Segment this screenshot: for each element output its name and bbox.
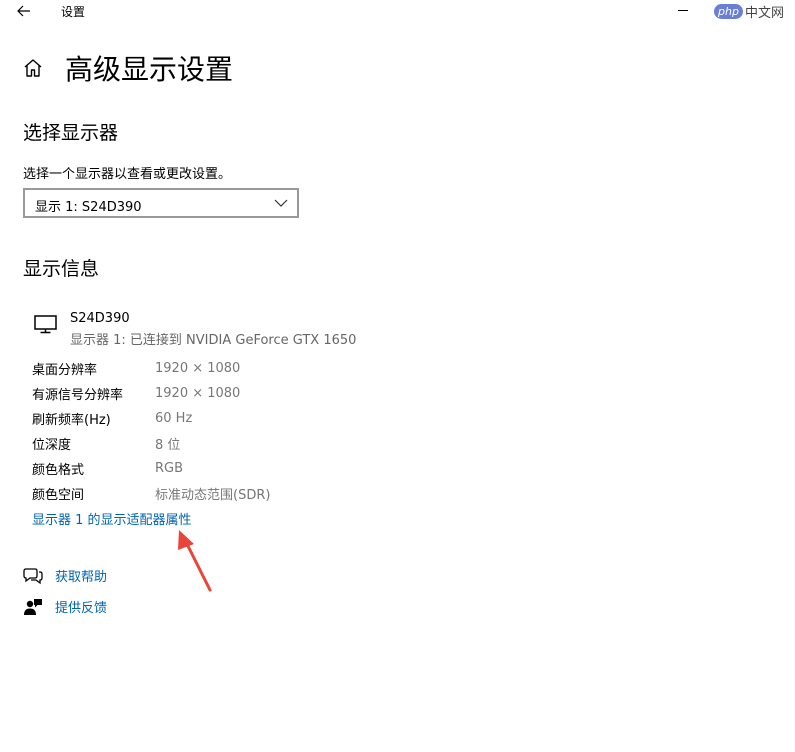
page-title: 高级显示设置 <box>65 53 234 86</box>
info-value: 60 Hz <box>155 411 193 426</box>
feedback-icon <box>24 598 42 615</box>
info-row-active-signal-resolution: 有源信号分辨率 1920 × 1080 <box>32 381 270 406</box>
monitor-connection: 显示器 1: 已连接到 NVIDIA GeForce GTX 1650 <box>70 333 357 348</box>
info-row-desktop-resolution: 桌面分辨率 1920 × 1080 <box>32 356 270 381</box>
info-value: 8 位 <box>155 438 181 453</box>
home-icon[interactable] <box>22 57 44 79</box>
get-help-label: 获取帮助 <box>55 570 108 585</box>
feedback-link[interactable]: 提供反馈 <box>22 597 107 616</box>
feedback-label: 提供反馈 <box>55 601 108 616</box>
annotation-arrow-icon <box>170 528 218 598</box>
back-button[interactable] <box>10 0 38 22</box>
watermark-cn: 中文网 <box>744 5 784 21</box>
info-row-bit-depth: 位深度 8 位 <box>32 431 270 456</box>
info-value: 标准动态范围(SDR) <box>155 488 271 503</box>
info-label: 颜色空间 <box>32 488 85 503</box>
info-row-color-format: 颜色格式 RGB <box>32 456 270 481</box>
back-arrow-icon <box>17 5 30 17</box>
info-value: RGB <box>155 461 184 476</box>
get-help-link[interactable]: 获取帮助 <box>22 566 107 585</box>
adapter-properties-link[interactable]: 显示器 1 的显示适配器属性 <box>32 509 192 528</box>
select-display-description: 选择一个显示器以查看或更改设置。 <box>23 167 232 182</box>
display-info-table: 桌面分辨率 1920 × 1080 有源信号分辨率 1920 × 1080 刷新… <box>32 356 270 506</box>
monitor-icon <box>33 313 59 335</box>
info-row-refresh-rate: 刷新频率(Hz) 60 Hz <box>32 406 270 431</box>
chat-help-icon <box>23 567 43 584</box>
info-label: 颜色格式 <box>32 463 85 478</box>
monitor-name: S24D390 <box>70 311 130 326</box>
info-value: 1920 × 1080 <box>155 361 241 376</box>
display-select[interactable]: 显示 1: S24D390 <box>23 188 299 218</box>
info-row-color-space: 颜色空间 标准动态范围(SDR) <box>32 481 270 506</box>
info-label: 桌面分辨率 <box>32 363 98 378</box>
window-title: 设置 <box>61 5 86 19</box>
info-label: 刷新频率(Hz) <box>32 413 111 428</box>
info-label: 位深度 <box>32 438 72 453</box>
watermark-php: php <box>714 3 743 19</box>
chevron-down-icon <box>274 199 288 207</box>
select-display-heading: 选择显示器 <box>23 122 119 144</box>
minimize-button[interactable] <box>674 0 694 22</box>
info-label: 有源信号分辨率 <box>32 388 124 403</box>
info-value: 1920 × 1080 <box>155 386 241 401</box>
display-select-value: 显示 1: S24D390 <box>35 200 142 215</box>
display-info-heading: 显示信息 <box>23 258 100 280</box>
watermark-logo: php 中文网 <box>714 0 784 22</box>
